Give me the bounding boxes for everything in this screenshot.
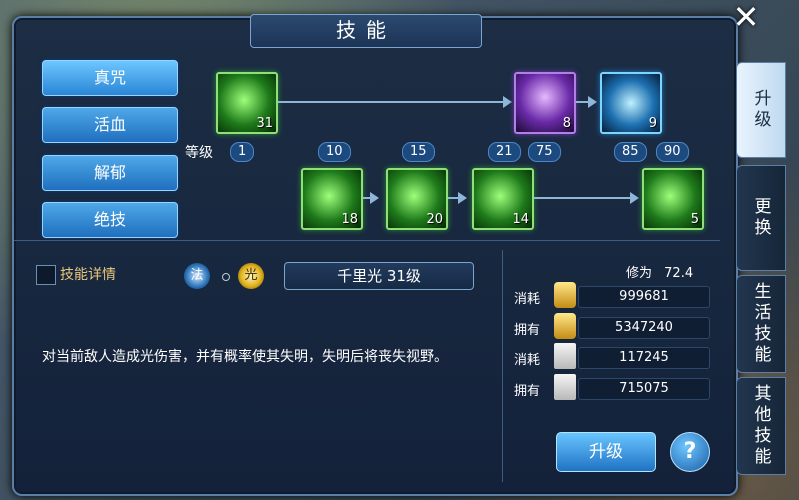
arrow-right-icon — [630, 192, 639, 204]
skill-detail-label: 技能详情 — [60, 267, 116, 283]
connector-line — [576, 101, 588, 103]
resource-label: 拥有 — [514, 323, 541, 338]
skill-node-purple-flame[interactable]: 8 — [514, 72, 576, 134]
skill-level: 5 — [690, 212, 699, 227]
cultivation-label: 修为 — [626, 266, 653, 281]
skill-node-blue-hand[interactable]: 9 — [600, 72, 662, 134]
gold-exp-icon — [554, 282, 576, 308]
resource-value: 999681 — [578, 286, 710, 308]
close-button[interactable]: ✕ — [730, 1, 762, 34]
connector-line — [448, 197, 458, 199]
connector-line — [278, 101, 504, 103]
connector-line — [363, 197, 371, 199]
school-emblem-icon: 法 — [184, 263, 210, 289]
tab-change[interactable]: 更换 — [736, 165, 786, 271]
connector-line — [534, 197, 630, 199]
resource-value: 117245 — [578, 347, 710, 369]
menu-button-zhenzhou[interactable]: 真咒 — [42, 60, 178, 96]
help-button[interactable]: ? — [670, 432, 710, 472]
menu-button-huoxue[interactable]: 活血 — [42, 107, 178, 143]
resource-label: 消耗 — [514, 292, 541, 307]
skill-level: 31 — [256, 116, 273, 131]
scroll-icon — [554, 343, 576, 369]
skill-detail-checkbox[interactable] — [36, 265, 56, 285]
window-title: 技能 — [250, 14, 482, 48]
tab-other-skills[interactable]: 其他技能 — [736, 377, 786, 475]
tab-life-skills[interactable]: 生活技能 — [736, 275, 786, 373]
arrow-right-icon — [503, 96, 512, 108]
section-divider-vertical — [502, 250, 503, 482]
skill-level: 20 — [426, 212, 443, 227]
resource-value: 715075 — [578, 378, 710, 400]
resource-row: 拥有 5347240 — [514, 313, 714, 339]
level-pill: 85 — [614, 142, 647, 162]
skill-node-green-swirl[interactable]: 14 — [472, 168, 534, 230]
upgrade-button[interactable]: 升级 — [556, 432, 656, 472]
skill-node-green-wave[interactable]: 5 — [642, 168, 704, 230]
level-pill: 90 — [656, 142, 689, 162]
level-pill: 10 — [318, 142, 351, 162]
resource-row: 消耗 999681 — [514, 282, 714, 308]
level-label: 等级 — [185, 145, 213, 161]
arrow-right-icon — [588, 96, 597, 108]
resource-value: 5347240 — [578, 317, 710, 339]
tab-upgrade[interactable]: 升级 — [736, 62, 786, 158]
skill-node-claw[interactable]: 31 — [216, 72, 278, 134]
skill-node-green-orb[interactable]: 20 — [386, 168, 448, 230]
skill-level: 8 — [562, 116, 571, 131]
cultivation-value: 72.4 — [664, 266, 694, 281]
resource-label: 消耗 — [514, 353, 541, 368]
level-pill: 75 — [528, 142, 561, 162]
skill-node-leaf[interactable]: 18 — [301, 168, 363, 230]
resource-row: 消耗 117245 — [514, 343, 714, 369]
menu-button-jueji[interactable]: 绝技 — [42, 202, 178, 238]
level-pill: 1 — [230, 142, 255, 162]
level-pill: 15 — [402, 142, 435, 162]
skill-level: 9 — [648, 116, 657, 131]
skill-name-level: 千里光 31级 — [284, 262, 474, 290]
resource-label: 拥有 — [514, 384, 541, 399]
arrow-right-icon — [458, 192, 467, 204]
menu-button-jieyu[interactable]: 解郁 — [42, 155, 178, 191]
level-pill: 21 — [488, 142, 521, 162]
skill-description: 对当前敌人造成光伤害，并有概率使其失明，失明后将丧失视野。 — [42, 349, 448, 365]
gold-exp-icon — [554, 313, 576, 339]
skill-level: 14 — [512, 212, 529, 227]
cultivation-readout: 修为 72.4 — [626, 262, 693, 281]
section-divider — [14, 240, 720, 241]
resource-row: 拥有 715075 — [514, 374, 714, 400]
separator-dot-icon — [222, 273, 230, 281]
scroll-icon — [554, 374, 576, 400]
light-element-icon: 光 — [238, 263, 264, 289]
skill-level: 18 — [341, 212, 358, 227]
arrow-right-icon — [370, 192, 379, 204]
